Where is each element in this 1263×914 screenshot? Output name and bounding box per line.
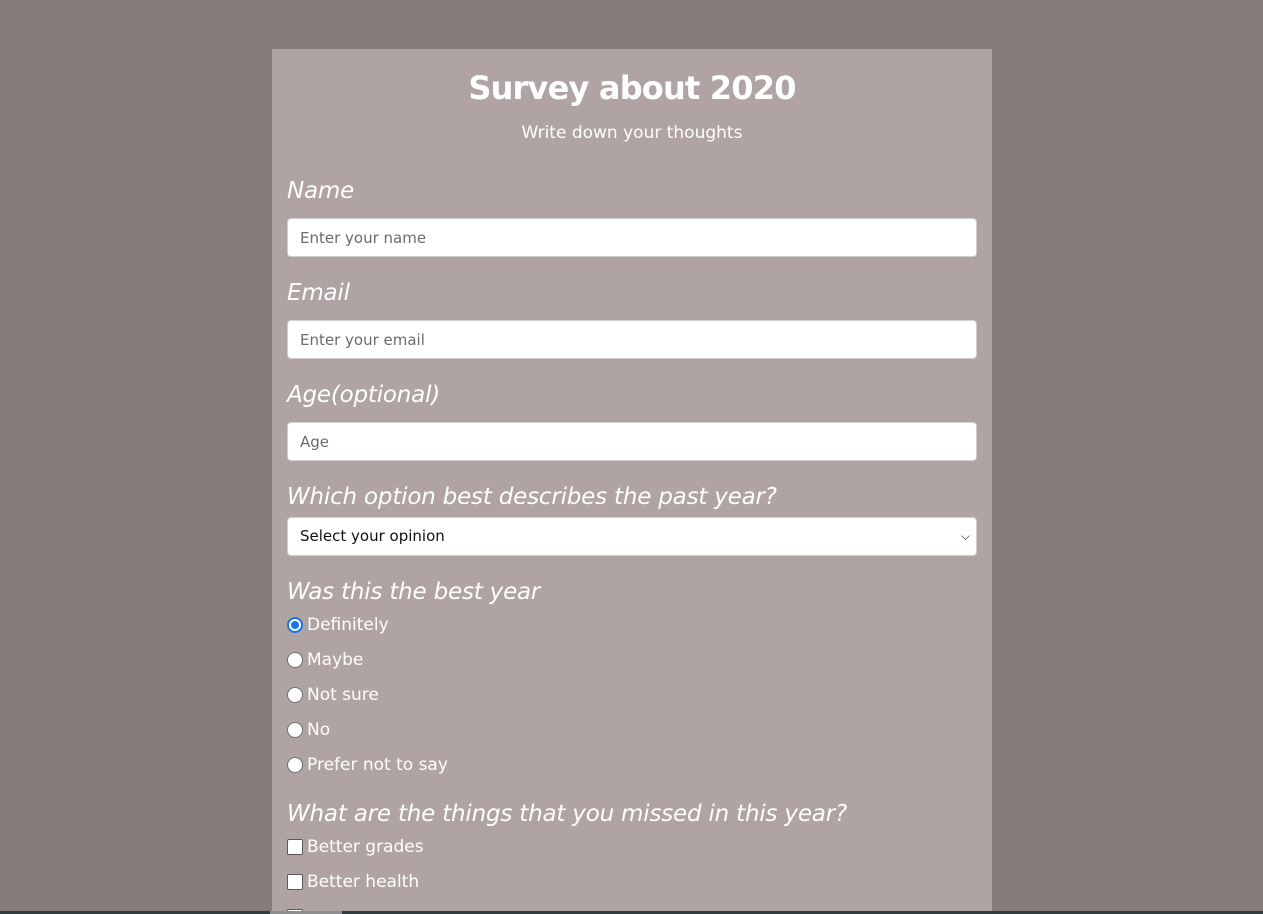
name-input[interactable] [287,218,977,257]
opinion-select-value: Select your opinion [300,527,445,545]
checkbox-option-better-grades[interactable]: Better grades [287,829,977,864]
checkbox[interactable] [287,873,303,890]
page-title: Survey about 2020 [468,69,796,107]
email-input[interactable] [287,320,977,359]
name-label: Name [287,178,355,204]
checkbox-label: Better health [307,871,420,892]
age-input[interactable] [287,422,977,461]
radio-button[interactable] [287,721,303,738]
missed-things-label: What are the things that you missed in t… [287,801,847,827]
radio-option-not-sure[interactable]: Not sure [287,677,977,712]
radio-label: Not sure [307,684,379,705]
opinion-select[interactable]: Select your opinion ⌵ [287,517,977,556]
survey-form: Survey about 2020 Write down your though… [272,49,992,914]
best-year-radio-group: Definitely Maybe Not sure No Prefer not … [287,607,977,782]
radio-option-prefer-not-to-say[interactable]: Prefer not to say [287,747,977,782]
radio-label: Maybe [307,649,364,670]
checkbox-option-better-health[interactable]: Better health [287,864,977,899]
radio-option-no[interactable]: No [287,712,977,747]
page-subtitle: Write down your thoughts [521,123,743,143]
missed-things-checkbox-group: Better grades Better health [287,829,977,914]
age-label: Age(optional) [287,382,441,408]
chevron-down-icon: ⌵ [960,529,970,543]
radio-button[interactable] [287,616,303,633]
radio-button[interactable] [287,686,303,703]
radio-option-maybe[interactable]: Maybe [287,642,977,677]
radio-label: Prefer not to say [307,754,448,775]
radio-option-definitely[interactable]: Definitely [287,607,977,642]
email-label: Email [287,280,350,306]
best-year-label: Was this the best year [287,579,541,605]
radio-button[interactable] [287,756,303,773]
radio-label: No [307,719,331,740]
checkbox[interactable] [287,838,303,855]
radio-button[interactable] [287,651,303,668]
checkbox-label: Better grades [307,836,424,857]
radio-label: Definitely [307,614,389,635]
opinion-label: Which option best describes the past yea… [287,484,777,510]
